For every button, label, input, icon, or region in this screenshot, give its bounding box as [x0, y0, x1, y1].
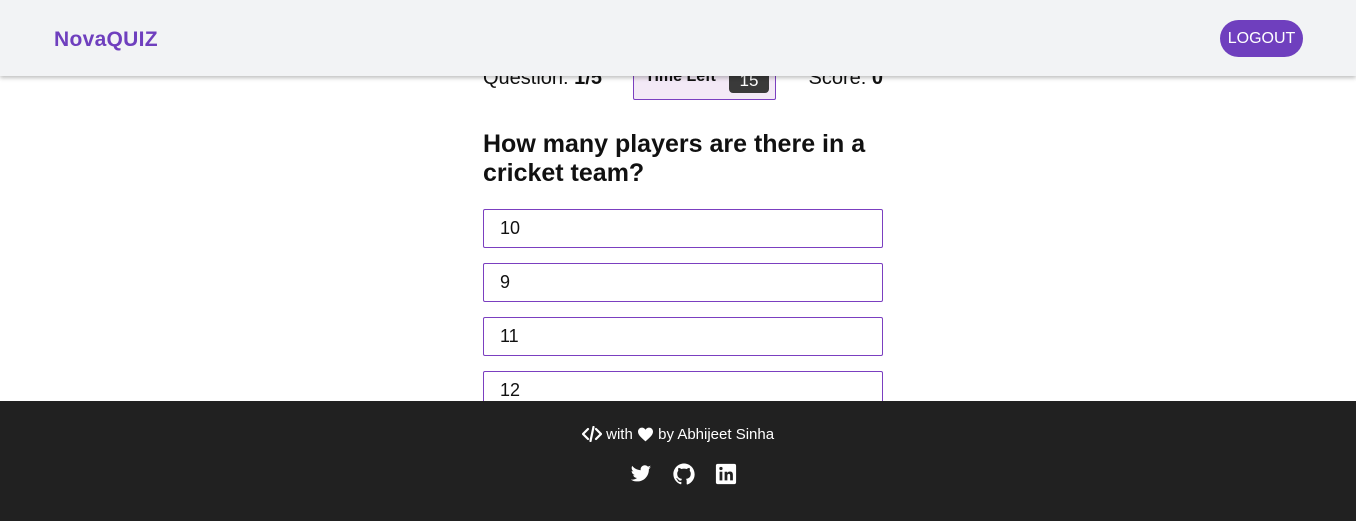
app-header: NovaQUIZ LOGOUT	[0, 0, 1356, 76]
answer-option-1[interactable]: 10	[483, 209, 883, 248]
question-text: How many players are there in a cricket …	[483, 130, 866, 187]
twitter-icon[interactable]	[630, 463, 652, 485]
github-icon[interactable]	[673, 463, 695, 485]
social-links	[630, 463, 740, 485]
app-footer: with by Abhijeet Sinha	[0, 401, 1356, 521]
footer-author-text: by Abhijeet Sinha	[658, 426, 775, 443]
heart-icon	[637, 427, 653, 442]
app-logo[interactable]: NovaQUIZ	[54, 28, 158, 52]
footer-with-text: with	[606, 426, 633, 443]
code-icon	[581, 425, 603, 443]
answer-option-3[interactable]: 11	[483, 317, 883, 356]
linkedin-icon[interactable]	[715, 463, 737, 485]
footer-credit: with by Abhijeet Sinha	[0, 425, 1356, 444]
answer-option-2[interactable]: 9	[483, 263, 883, 302]
logout-button[interactable]: LOGOUT	[1220, 20, 1303, 57]
